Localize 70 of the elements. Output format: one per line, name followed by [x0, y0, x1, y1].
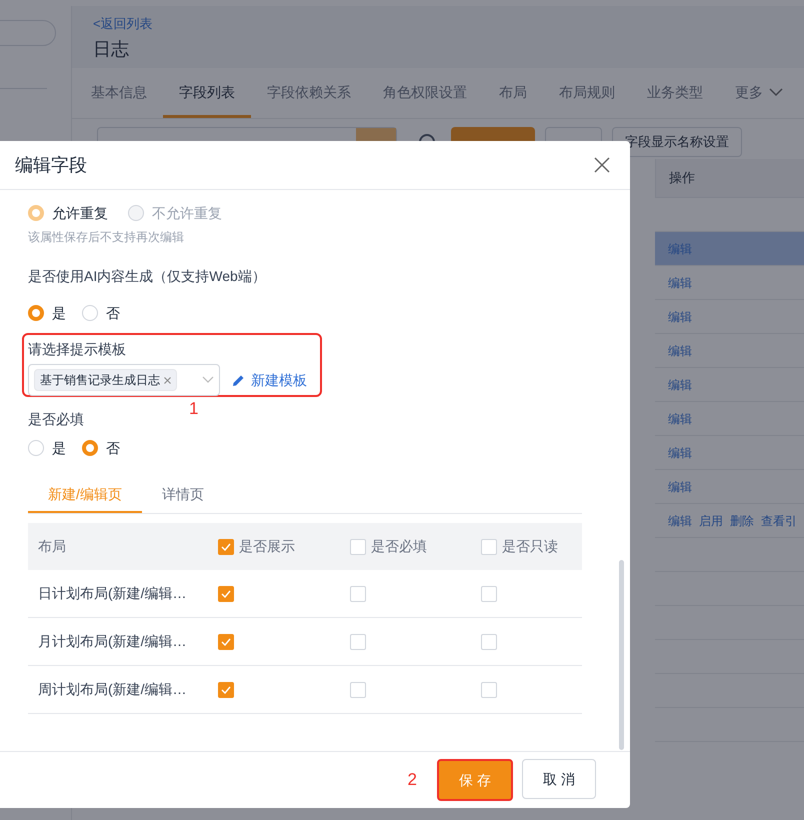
action-link[interactable]: 查看引: [761, 512, 797, 530]
checkbox[interactable]: [481, 586, 497, 602]
close-icon[interactable]: [164, 376, 171, 384]
tab[interactable]: 业务类型: [647, 69, 703, 118]
tag: 基于销售记录生成日志: [34, 369, 177, 391]
chevron-down-icon: [769, 88, 783, 96]
check-icon: [221, 590, 231, 598]
save-button[interactable]: 保 存: [437, 759, 513, 801]
cancel-button[interactable]: 取 消: [522, 759, 596, 799]
action-link[interactable]: 编辑: [668, 342, 692, 360]
action-link[interactable]: 编辑: [668, 444, 692, 462]
column-header: 布局: [38, 537, 67, 556]
dialog-title: 编辑字段: [15, 154, 87, 176]
scrollbar[interactable]: [619, 560, 624, 750]
check-icon: [221, 638, 231, 646]
checkbox[interactable]: [218, 538, 234, 554]
chevron-down-icon: [202, 376, 214, 384]
annotation-number: 1: [189, 398, 198, 420]
column-header: 是否必填: [371, 537, 427, 556]
tab[interactable]: 布局: [499, 69, 527, 118]
checkbox[interactable]: [218, 682, 234, 698]
action-link[interactable]: 编辑: [668, 512, 692, 530]
field-label: 是否必填: [28, 410, 85, 429]
tab[interactable]: 新建/编辑页: [28, 484, 142, 513]
tab[interactable]: 角色权限设置: [383, 69, 467, 118]
checkbox[interactable]: [481, 634, 497, 650]
table-cell-text: 月计划布局(新建/编辑…: [38, 632, 188, 651]
checkbox[interactable]: [481, 538, 497, 554]
checkbox[interactable]: [350, 634, 366, 650]
check-icon: [221, 542, 231, 550]
tab[interactable]: 字段依赖关系: [267, 69, 351, 118]
field-label: 是否使用AI内容生成（仅支持Web端）: [28, 267, 267, 286]
tab[interactable]: 布局规则: [559, 69, 615, 118]
tab[interactable]: 更多: [735, 69, 783, 118]
checkbox[interactable]: [218, 634, 234, 650]
tab[interactable]: 基本信息: [91, 69, 147, 118]
column-header: 操作: [669, 169, 695, 188]
action-link[interactable]: 删除: [730, 512, 754, 530]
action-link[interactable]: 编辑: [668, 274, 692, 292]
check-icon: [221, 686, 231, 694]
action-link[interactable]: 编辑: [668, 376, 692, 394]
hint-text: 该属性保存后不支持再次编辑: [28, 229, 185, 246]
column-header: 是否展示: [239, 537, 295, 556]
action-link[interactable]: 编辑: [668, 240, 692, 258]
column-header: 是否只读: [502, 537, 558, 556]
checkbox[interactable]: [481, 682, 497, 698]
checkbox[interactable]: [350, 586, 366, 602]
radio-option[interactable]: 否: [82, 302, 120, 324]
action-link[interactable]: 编辑: [668, 478, 692, 496]
radio-option[interactable]: 是: [28, 438, 66, 458]
new-template-link[interactable]: 新建模板: [232, 370, 307, 390]
table-cell-text: 日计划布局(新建/编辑…: [38, 584, 188, 603]
pencil-icon: [232, 374, 245, 386]
action-link[interactable]: 编辑: [668, 308, 692, 326]
close-icon[interactable]: [594, 157, 610, 173]
checkbox[interactable]: [218, 586, 234, 602]
field-label: 请选择提示模板: [28, 340, 127, 359]
action-link[interactable]: 编辑: [668, 410, 692, 428]
checkbox[interactable]: [350, 538, 366, 554]
table-cell-text: 周计划布局(新建/编辑…: [38, 680, 188, 699]
annotation-number: 2: [408, 769, 417, 792]
template-select[interactable]: 基于销售记录生成日志: [28, 364, 220, 396]
checkbox[interactable]: [350, 682, 366, 698]
page-title: 日志: [93, 38, 130, 61]
radio-option[interactable]: 是: [28, 302, 66, 324]
back-link[interactable]: <返回列表: [93, 16, 783, 32]
radio-option[interactable]: 否: [82, 438, 120, 458]
tab[interactable]: 详情页: [142, 484, 224, 513]
tab[interactable]: 字段列表: [163, 69, 251, 118]
action-link[interactable]: 启用: [699, 512, 723, 530]
